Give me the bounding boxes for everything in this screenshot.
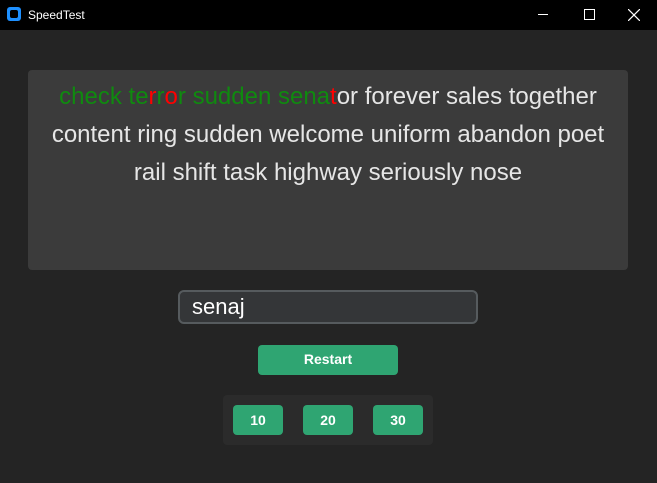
typed-incorrect-segment: r — [148, 83, 157, 110]
target-text: check terror sudden senator forever sale… — [28, 78, 628, 192]
target-text-panel: check terror sudden senator forever sale… — [28, 70, 628, 270]
typed-correct-segment: r sudden sena — [177, 83, 331, 110]
close-button[interactable] — [611, 0, 657, 30]
typed-incorrect-segment: o — [164, 83, 178, 110]
app-icon — [7, 7, 21, 21]
text-line-3: rail shift task highway seriously nose — [133, 159, 523, 186]
untyped-segment: or forever sales together — [336, 83, 597, 110]
typed-correct-segment: r — [156, 83, 165, 110]
text-line-1: check terror sudden senator forever sale… — [28, 78, 628, 116]
typing-input[interactable] — [178, 290, 478, 324]
close-icon — [628, 9, 640, 21]
maximize-button[interactable] — [566, 0, 612, 30]
typed-incorrect-segment: t — [330, 83, 337, 110]
minimize-button[interactable] — [520, 0, 566, 30]
duration-30-button[interactable]: 30 — [373, 405, 423, 435]
title-bar[interactable]: SpeedTest — [0, 0, 657, 30]
duration-20-button[interactable]: 20 — [303, 405, 353, 435]
duration-selector: 10 20 30 — [223, 395, 433, 445]
speedtest-window: SpeedTest check terror sudden senator fo… — [0, 0, 657, 483]
text-line-2: content ring sudden welcome uniform aban… — [51, 121, 605, 148]
window-title: SpeedTest — [28, 8, 85, 22]
typed-correct-segment: check te — [59, 83, 149, 110]
restart-button[interactable]: Restart — [258, 345, 398, 375]
duration-10-button[interactable]: 10 — [233, 405, 283, 435]
